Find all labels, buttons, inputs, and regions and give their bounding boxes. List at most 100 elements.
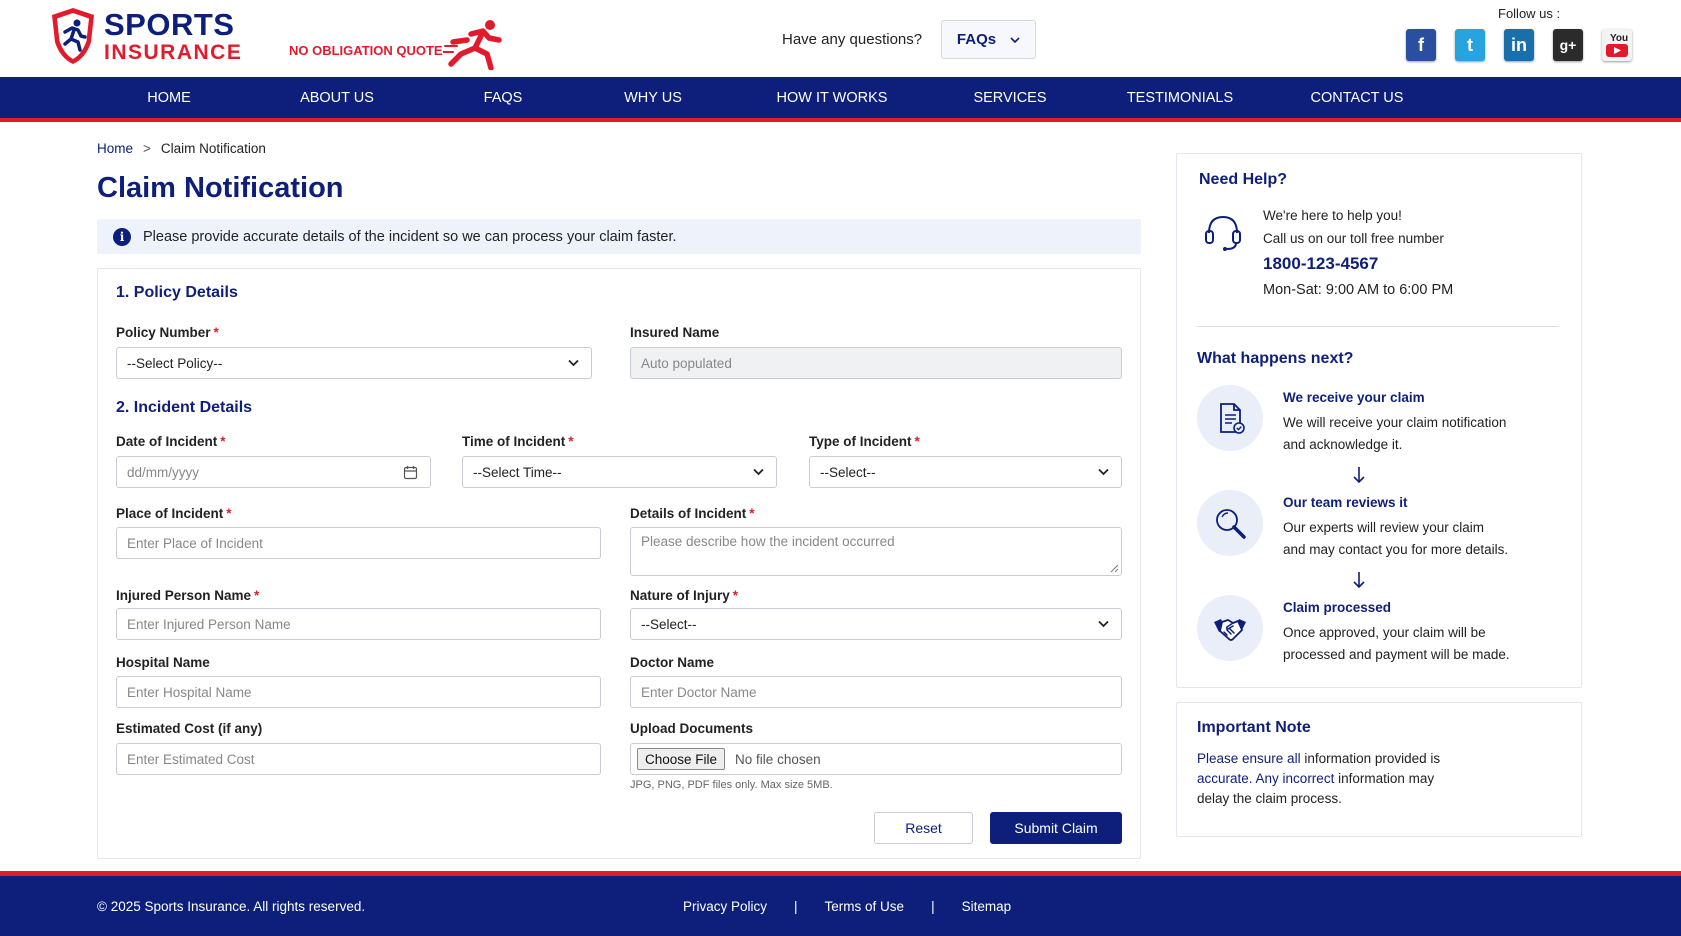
step-2-circle	[1197, 490, 1263, 556]
magnifier-icon	[1216, 509, 1246, 539]
section-incident-details: 2. Incident Details	[116, 399, 253, 416]
important-note-title: Important Note	[1197, 719, 1311, 736]
important-note-card: Important Note Please ensure all informa…	[1176, 702, 1582, 837]
breadcrumb: Home > Claim Notification	[97, 141, 266, 156]
footer-separator: |	[931, 899, 935, 914]
step-2-text: Our experts will review your claim and ma…	[1283, 520, 1509, 557]
nav-why-us[interactable]: WHY US	[612, 77, 694, 118]
nature-of-injury-label: Nature of Injury *	[630, 588, 739, 603]
calendar-icon[interactable]	[403, 465, 418, 480]
hospital-name-label: Hospital Name	[116, 655, 210, 670]
step-3-title: Claim processed	[1283, 600, 1392, 615]
step-1-circle	[1197, 385, 1263, 451]
footer-separator: |	[794, 899, 798, 914]
faqs-label: FAQs	[956, 31, 997, 48]
footer-links: Privacy Policy | Terms of Use | Sitemap	[683, 899, 1011, 914]
nav-about-us[interactable]: ABOUT US	[288, 77, 386, 118]
info-icon: i	[113, 227, 131, 246]
doctor-name-input[interactable]: Enter Doctor Name	[630, 676, 1122, 708]
social-links: f t in g+ You	[1406, 29, 1632, 61]
arrow-down-icon	[1353, 467, 1365, 484]
twitter-icon[interactable]: t	[1455, 29, 1485, 61]
step-1-title: We receive your claim	[1283, 390, 1425, 405]
policy-number-label: Policy Number *	[116, 325, 219, 340]
divider	[1197, 326, 1559, 327]
faqs-dropdown-button[interactable]: FAQs	[941, 20, 1036, 59]
reset-button[interactable]: Reset	[874, 812, 973, 844]
linkedin-icon[interactable]: in	[1504, 29, 1534, 61]
chevron-down-icon	[1098, 468, 1109, 476]
step-1-text: We will receive your claim notification a…	[1283, 415, 1507, 452]
hospital-name-input[interactable]: Enter Hospital Name	[116, 676, 601, 708]
type-of-incident-select[interactable]: --Select--	[809, 456, 1122, 488]
chevron-down-icon	[568, 359, 579, 367]
estimated-cost-input[interactable]: Enter Estimated Cost	[116, 743, 601, 775]
nav-testimonials[interactable]: TESTIMONIALS	[1122, 77, 1238, 118]
what-happens-next-title: What happens next?	[1197, 350, 1354, 367]
copyright: © 2025 Sports Insurance. All rights rese…	[97, 899, 366, 914]
no-obligation-quote-link[interactable]: NO OBLIGATION QUOTE	[289, 43, 443, 58]
document-icon	[1220, 403, 1245, 434]
resize-grip-icon[interactable]	[1110, 564, 1119, 573]
help-line1: We're here to help you!	[1263, 208, 1402, 223]
nav-services[interactable]: SERVICES	[966, 77, 1054, 118]
runner-icon	[443, 20, 502, 70]
google-plus-icon[interactable]: g+	[1553, 29, 1583, 61]
insured-name-field: Auto populated	[630, 347, 1122, 379]
step-2-title: Our team reviews it	[1283, 495, 1408, 510]
choose-file-button[interactable]: Choose File	[637, 748, 726, 770]
toll-free-phone[interactable]: 1800-123-4567	[1263, 254, 1378, 274]
injured-person-label: Injured Person Name *	[116, 588, 260, 603]
info-banner: i Please provide accurate details of the…	[97, 219, 1141, 254]
footer: © 2025 Sports Insurance. All rights rese…	[0, 871, 1681, 936]
nav-home[interactable]: HOME	[118, 77, 220, 122]
step-3-text: Once approved, your claim will be process…	[1283, 625, 1510, 662]
follow-us-label: Follow us :	[1498, 6, 1561, 21]
help-line2: Call us on our toll free number	[1263, 231, 1444, 246]
info-text: Please provide accurate details of the i…	[143, 228, 677, 245]
time-of-incident-label: Time of Incident *	[462, 434, 574, 449]
facebook-icon[interactable]: f	[1406, 29, 1436, 61]
chevron-down-icon	[1010, 36, 1020, 43]
upload-hint: JPG, PNG, PDF files only. Max size 5MB.	[630, 779, 833, 791]
main-nav: HOME ABOUT US FAQS WHY US HOW IT WORKS S…	[0, 77, 1681, 122]
nav-how-it-works[interactable]: HOW IT WORKS	[770, 77, 894, 118]
policy-number-select[interactable]: --Select Policy--	[116, 347, 592, 379]
chevron-down-icon	[753, 468, 764, 476]
submit-claim-button[interactable]: Submit Claim	[990, 812, 1122, 844]
place-of-incident-input[interactable]: Enter Place of Incident	[116, 527, 601, 559]
breadcrumb-current: Claim Notification	[160, 141, 266, 156]
brand-logo[interactable]: SPORTS INSURANCE	[50, 6, 242, 66]
date-of-incident-input[interactable]: dd/mm/yyyy	[116, 456, 431, 488]
insured-name-label: Insured Name	[630, 325, 720, 340]
help-hours: Mon-Sat: 9:00 AM to 6:00 PM	[1263, 282, 1454, 298]
page-title: Claim Notification	[97, 172, 344, 204]
youtube-icon[interactable]: You	[1602, 29, 1632, 61]
arrow-down-icon	[1353, 572, 1365, 589]
footer-terms-link[interactable]: Terms of Use	[825, 899, 905, 914]
date-of-incident-label: Date of Incident *	[116, 434, 226, 449]
type-of-incident-label: Type of Incident *	[809, 434, 920, 449]
brand-name-line1: SPORTS	[104, 7, 235, 42]
top-header: SPORTS INSURANCE NO OBLIGATION QUOTE Hav…	[0, 0, 1681, 77]
important-note-text: Please ensure all information provided i…	[1197, 751, 1441, 806]
handshake-icon	[1214, 619, 1246, 641]
footer-privacy-policy-link[interactable]: Privacy Policy	[683, 899, 767, 914]
upload-documents-label: Upload Documents	[630, 721, 754, 736]
details-of-incident-label: Details of Incident *	[630, 506, 755, 521]
need-help-card: Need Help? We're here to help you! Call …	[1176, 153, 1582, 688]
injured-person-input[interactable]: Enter Injured Person Name	[116, 608, 601, 640]
step-3-circle	[1197, 595, 1263, 661]
section-policy-details: 1. Policy Details	[116, 284, 238, 301]
file-status: No file chosen	[735, 751, 821, 767]
nature-of-injury-select[interactable]: --Select--	[630, 608, 1122, 640]
nav-faqs[interactable]: FAQS	[470, 77, 536, 118]
breadcrumb-separator: >	[143, 141, 151, 156]
details-of-incident-textarea[interactable]: Please describe how the incident occurre…	[630, 527, 1122, 576]
time-of-incident-select[interactable]: --Select Time--	[462, 456, 777, 488]
breadcrumb-home-link[interactable]: Home	[97, 141, 133, 156]
chevron-down-icon	[1098, 620, 1109, 628]
nav-contact-us[interactable]: CONTACT US	[1306, 77, 1408, 118]
brand-name-line2: INSURANCE	[104, 41, 243, 64]
footer-sitemap-link[interactable]: Sitemap	[962, 899, 1012, 914]
